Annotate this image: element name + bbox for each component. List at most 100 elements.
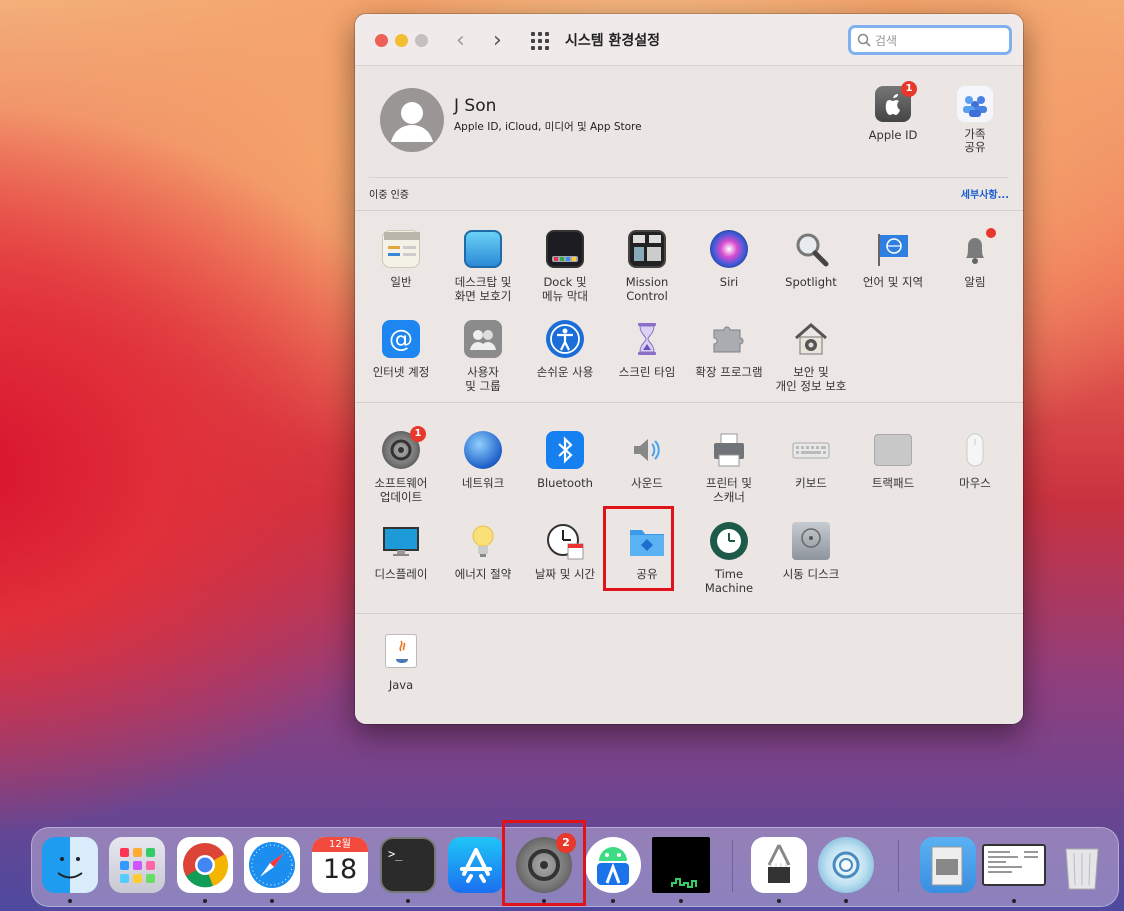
running-indicator — [203, 899, 207, 903]
trash-icon[interactable] — [1054, 837, 1110, 893]
pane-printers-scanners[interactable]: 프린터 및 스캐너 — [688, 431, 770, 504]
lightbulb-icon — [464, 522, 502, 560]
pane-java[interactable]: Java — [360, 634, 442, 692]
screenshot-thumbnail-icon[interactable] — [982, 844, 1046, 886]
pane-siri[interactable]: Siri — [688, 230, 770, 289]
pane-security-privacy[interactable]: 보안 및 개인 정보 보호 — [770, 320, 852, 393]
details-link[interactable]: 세부사항... — [961, 186, 1009, 201]
close-window-button[interactable] — [375, 34, 388, 47]
speaker-icon — [628, 431, 666, 469]
pane-label: 일반 — [390, 275, 412, 289]
pane-label: 보안 및 — [793, 365, 829, 379]
pane-bluetooth[interactable]: Bluetooth — [524, 431, 606, 490]
pane-label-2: Control — [626, 289, 668, 303]
sharing-highlight-box — [603, 506, 674, 591]
pane-software-update[interactable]: 1 소프트웨어 업데이트 — [360, 426, 442, 504]
pane-label: 키보드 — [795, 476, 827, 490]
pane-label: 프린터 및 — [706, 476, 752, 490]
launchpad-icon[interactable] — [109, 837, 165, 893]
snail-app-icon[interactable] — [818, 837, 874, 893]
calendar-icon[interactable]: 12월 18 — [312, 837, 368, 893]
pane-label-2: 화면 보호기 — [454, 289, 512, 303]
mission-control-icon — [628, 230, 666, 268]
pane-label: 시동 디스크 — [782, 567, 840, 581]
pane-label-2: Machine — [704, 581, 754, 595]
family-icon — [957, 86, 993, 122]
users-icon — [464, 320, 502, 358]
at-sign-icon: @ — [382, 320, 420, 358]
activity-monitor-icon[interactable] — [652, 837, 710, 893]
system-information-icon[interactable] — [751, 837, 807, 893]
apple-logo-icon: 1 — [875, 81, 917, 122]
bluetooth-icon — [546, 431, 584, 469]
pane-label-2: 스캐너 — [713, 490, 745, 504]
back-button[interactable]: ‹ — [456, 28, 465, 53]
pane-desktop-screensaver[interactable]: 데스크탑 및 화면 보호기 — [442, 230, 524, 303]
profile-section: J Son Apple ID, iCloud, 미디어 및 App Store … — [355, 66, 1023, 210]
family-sharing-pane[interactable]: 가족 공유 — [947, 86, 1003, 154]
pane-label: Time — [714, 567, 744, 581]
pane-language-region[interactable]: 언어 및 지역 — [852, 230, 934, 289]
pane-label: 소프트웨어 — [374, 476, 428, 490]
pane-startup-disk[interactable]: 시동 디스크 — [770, 522, 852, 581]
other-section — [355, 613, 1023, 724]
pane-notifications[interactable]: 알림 — [934, 228, 1016, 289]
chrome-icon[interactable] — [177, 837, 233, 893]
clock-calendar-icon — [546, 522, 584, 560]
zoom-window-button[interactable] — [415, 34, 428, 47]
pane-label-2: 메뉴 막대 — [542, 289, 588, 303]
pane-label: 네트워크 — [461, 476, 505, 490]
software-update-badge: 1 — [410, 426, 426, 442]
time-machine-icon — [710, 522, 748, 560]
pane-energy-saver[interactable]: 에너지 절약 — [442, 522, 524, 581]
pane-general[interactable]: 일반 — [360, 230, 442, 289]
apple-id-pane[interactable]: 1 Apple ID — [865, 81, 921, 142]
notification-dot — [986, 228, 996, 238]
android-studio-icon[interactable] — [585, 837, 641, 893]
trackpad-icon — [874, 434, 912, 466]
family-label-2: 공유 — [964, 140, 986, 154]
pane-internet-accounts[interactable]: @ 인터넷 계정 — [360, 320, 442, 379]
running-indicator — [611, 899, 615, 903]
safari-icon[interactable] — [244, 837, 300, 893]
dock-icon — [546, 230, 584, 268]
downloads-folder-icon[interactable] — [920, 837, 976, 893]
pane-label: 사용자 — [467, 365, 499, 379]
pane-spotlight[interactable]: Spotlight — [770, 230, 852, 289]
pane-label: Dock 및 — [543, 275, 587, 289]
pane-mouse[interactable]: 마우스 — [934, 431, 1016, 490]
pane-dock-menubar[interactable]: Dock 및 메뉴 막대 — [524, 230, 606, 303]
pane-screen-time[interactable]: 스크린 타임 — [606, 320, 688, 379]
hard-drive-icon — [792, 522, 830, 560]
pane-label: 인터넷 계정 — [372, 365, 430, 379]
forward-button[interactable]: › — [493, 28, 502, 53]
running-indicator — [844, 899, 848, 903]
pane-date-time[interactable]: 날짜 및 시간 — [524, 522, 606, 581]
pane-displays[interactable]: 디스플레이 — [360, 522, 442, 581]
minimize-window-button[interactable] — [395, 34, 408, 47]
title-bar: ‹ › 시스템 환경설정 검색 — [355, 14, 1023, 66]
app-store-icon[interactable] — [448, 837, 504, 893]
pane-time-machine[interactable]: Time Machine — [688, 522, 770, 595]
pane-mission-control[interactable]: Mission Control — [606, 230, 688, 303]
pane-sound[interactable]: 사운드 — [606, 431, 688, 490]
user-avatar[interactable] — [380, 88, 444, 152]
pane-network[interactable]: 네트워크 — [442, 431, 524, 490]
finder-icon[interactable] — [42, 837, 98, 893]
hourglass-icon — [628, 320, 666, 358]
display-icon — [382, 522, 420, 560]
pane-label: Siri — [719, 275, 739, 289]
terminal-icon[interactable]: >_ — [380, 837, 436, 893]
pane-extensions[interactable]: 확장 프로그램 — [688, 320, 770, 379]
window-title: 시스템 환경설정 — [565, 33, 661, 49]
two-factor-label: 이중 인증 — [369, 190, 409, 201]
show-all-grid-icon[interactable] — [531, 32, 549, 50]
pane-keyboard[interactable]: 키보드 — [770, 431, 852, 490]
pane-trackpad[interactable]: 트랙패드 — [852, 431, 934, 490]
pane-accessibility[interactable]: 손쉬운 사용 — [524, 320, 606, 379]
search-field[interactable]: 검색 — [848, 25, 1012, 55]
pane-users-groups[interactable]: 사용자 및 그룹 — [442, 320, 524, 393]
java-icon — [385, 634, 417, 668]
search-placeholder: 검색 — [875, 33, 898, 48]
dock-separator — [732, 840, 733, 892]
